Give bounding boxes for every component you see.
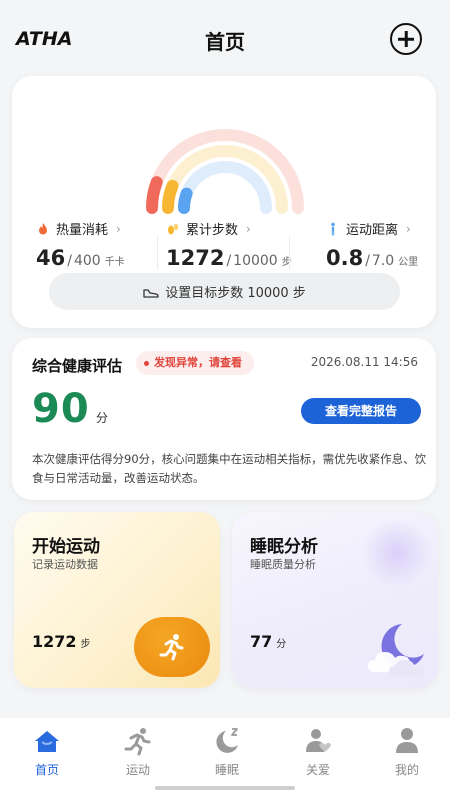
health-score: 90 (32, 386, 90, 432)
top-bar: ATHA 首页 (0, 0, 450, 76)
sleep-metric: 77 分 (250, 632, 286, 651)
exercise-steps-unit: 步 (80, 639, 91, 650)
distance-target: 7.0 (371, 253, 395, 269)
tab-care-label: 关爱 (305, 763, 330, 777)
sleep-score-unit: 分 (276, 639, 287, 650)
calories-target: 400 (73, 253, 101, 269)
tab-profile[interactable]: 我的 (372, 726, 442, 778)
care-icon (306, 729, 331, 752)
assessment-time: 2026.08.11 14:56 (310, 355, 418, 369)
set-goal-label: 设置目标步数 10000 步 (165, 286, 306, 301)
profile-icon (396, 728, 418, 753)
sleep-title: 睡眠分析 (250, 537, 318, 557)
set-goal-button[interactable]: 设置目标步数 10000 步 (49, 273, 400, 310)
calories-value: 46 (36, 246, 66, 270)
tab-home-label: 首页 (34, 763, 59, 777)
calories-stat[interactable]: 热量消耗 › 46 / 400 千卡 (36, 219, 125, 271)
calories-unit: 千卡 (104, 257, 125, 268)
health-description: 本次健康评估得分90分，核心问题集中在运动相关指标，需优先收紧作息、饮食与日常活… (32, 452, 427, 485)
footprint-icon (168, 223, 179, 234)
exercise-metric: 1272 步 (32, 632, 91, 651)
steps-ring (162, 179, 179, 214)
chevron-right-icon: › (116, 221, 121, 236)
health-title: 综合健康评估 (32, 357, 123, 375)
running-icon (159, 634, 184, 661)
start-run-button[interactable] (134, 617, 210, 677)
exercise-title: 开始运动 (32, 537, 100, 557)
health-score-unit: 分 (96, 411, 109, 425)
tab-exercise[interactable]: 运动 (103, 726, 173, 778)
calories-label: 热量消耗 (56, 223, 109, 238)
add-button[interactable] (390, 23, 422, 55)
activity-rings (146, 129, 304, 214)
distance-stat[interactable]: 运动距离 › 0.8 / 7.0 公里 (326, 219, 419, 271)
flame-icon (39, 222, 47, 234)
sleep-score-value: 77 (250, 632, 273, 651)
calories-ring (146, 176, 163, 214)
home-icon (35, 731, 59, 752)
alert-badge[interactable]: 发现异常，请查看 (136, 351, 254, 375)
moon-cloud-icon (368, 624, 424, 676)
tab-sleep-label: 睡眠 (214, 763, 239, 777)
distance-ring (178, 187, 193, 214)
walking-person-icon (331, 222, 335, 235)
tab-sleep[interactable]: 睡眠 (192, 726, 262, 778)
sleep-icon (216, 728, 238, 753)
tab-home[interactable]: 首页 (12, 726, 82, 778)
steps-target: 10000 (233, 253, 278, 269)
divider (157, 236, 158, 270)
activity-summary-card: 热量消耗 › 46 / 400 千卡 累计步数 › 1272 / 10000 步… (12, 76, 436, 328)
chevron-right-icon: › (406, 221, 411, 236)
chevron-right-icon: › (246, 221, 251, 236)
sleep-analysis-card[interactable]: 睡眠分析 睡眠质量分析 77 分 (232, 512, 438, 688)
exercise-subtitle: 记录运动数据 (32, 558, 98, 571)
distance-label: 运动距离 (346, 223, 399, 238)
decorative-glow (362, 518, 432, 588)
steps-label: 累计步数 (186, 223, 239, 238)
exercise-steps-value: 1272 (32, 632, 77, 651)
divider (289, 236, 290, 270)
tab-profile-label: 我的 (394, 763, 419, 777)
page-title: 首页 (205, 30, 245, 54)
distance-unit: 公里 (398, 257, 419, 268)
start-exercise-card[interactable]: 开始运动 记录运动数据 1272 步 (14, 512, 220, 688)
sleep-subtitle: 睡眠质量分析 (250, 558, 316, 571)
running-icon (124, 728, 151, 756)
tab-care[interactable]: 关爱 (283, 726, 353, 778)
steps-value: 1272 (166, 246, 225, 270)
steps-stat[interactable]: 累计步数 › 1272 / 10000 步 (166, 219, 292, 271)
home-indicator (155, 786, 295, 790)
tab-exercise-label: 运动 (125, 763, 150, 777)
shoe-icon (143, 288, 159, 298)
view-report-button[interactable]: 查看完整报告 (301, 398, 421, 424)
steps-unit: 步 (281, 257, 292, 268)
distance-value: 0.8 (326, 246, 364, 270)
health-assessment-card: 综合健康评估 发现异常，请查看 2026.08.11 14:56 90 分 查看… (12, 338, 436, 500)
